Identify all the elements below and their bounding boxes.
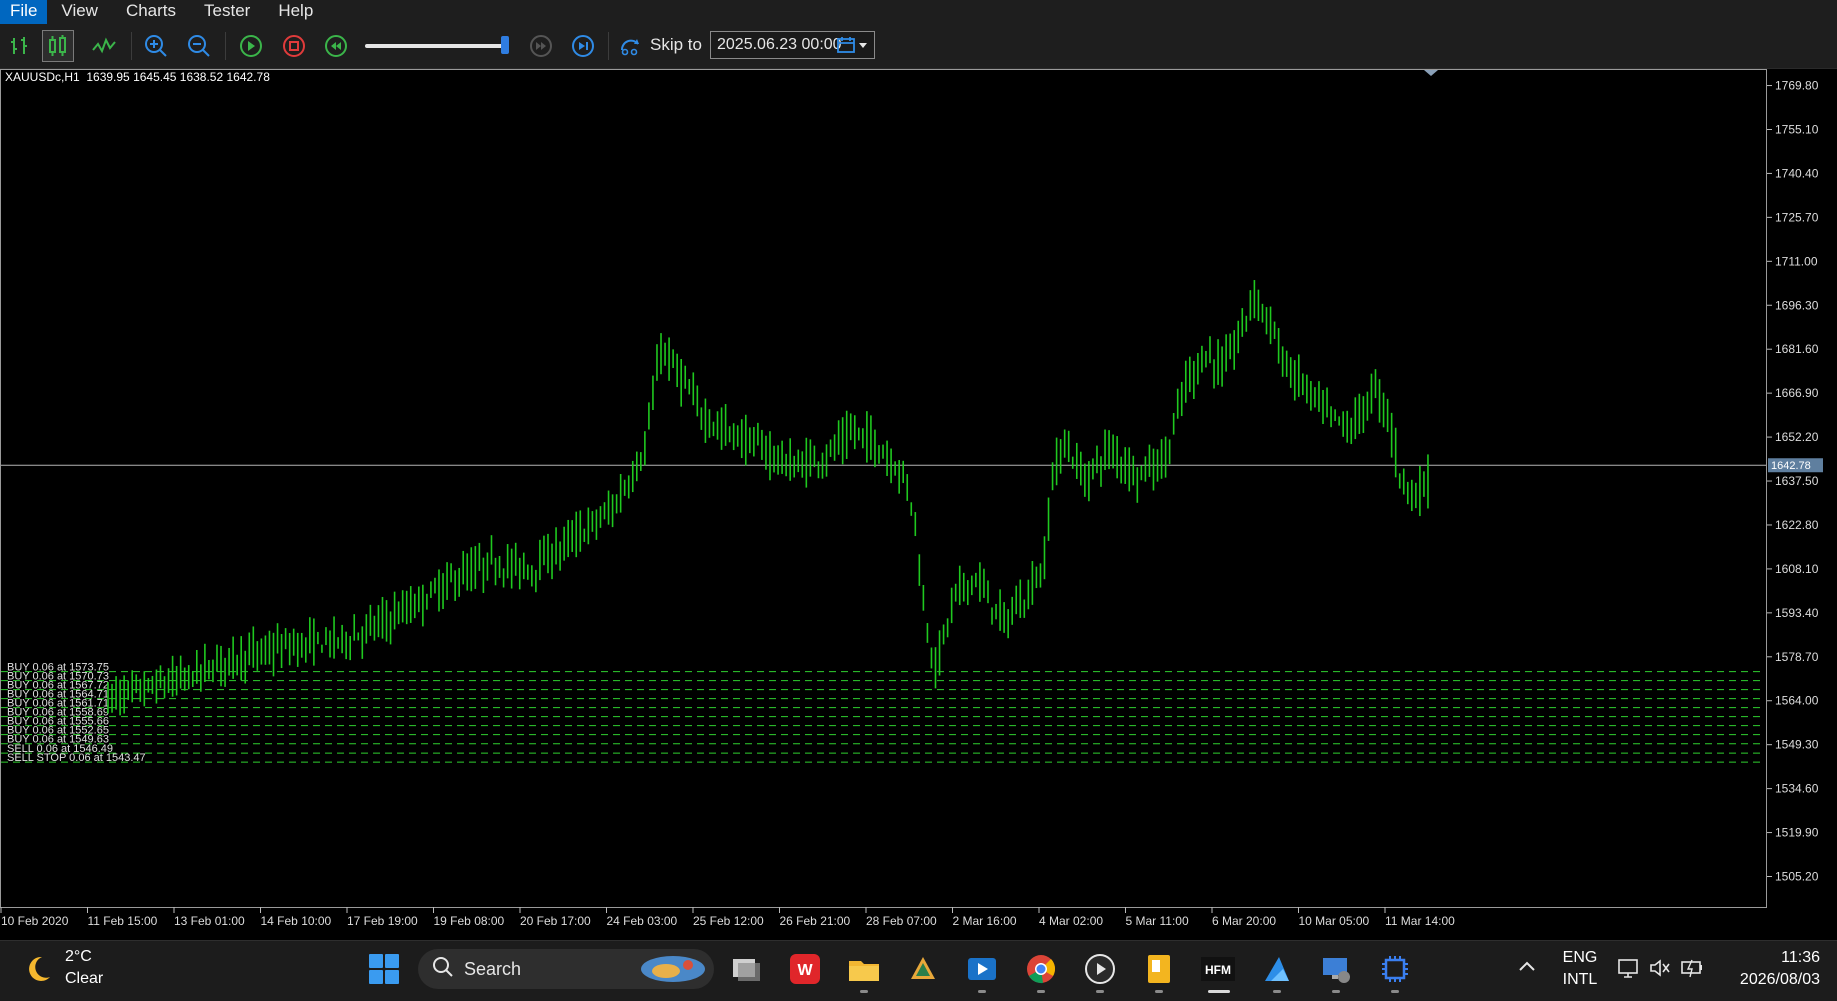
x-tick-label: 5 Mar 11:00 bbox=[1126, 914, 1189, 928]
volume-muted-icon[interactable] bbox=[1648, 957, 1672, 984]
clock-time[interactable]: 11:36 bbox=[1720, 949, 1820, 967]
remote-desktop-icon[interactable] bbox=[1318, 951, 1354, 987]
y-tick-label: 1637.50 bbox=[1775, 474, 1819, 488]
battery-icon[interactable] bbox=[1680, 957, 1704, 984]
weather-temperature: 2°C bbox=[65, 948, 92, 965]
y-tick-label: 1652.20 bbox=[1775, 430, 1819, 444]
x-tick-label: 19 Feb 08:00 bbox=[434, 914, 505, 928]
running-indicator bbox=[1155, 990, 1163, 993]
x-tick-label: 10 Mar 05:00 bbox=[1299, 914, 1370, 928]
chevron-up-icon[interactable] bbox=[1516, 956, 1538, 983]
y-tick-label: 1711.00 bbox=[1775, 254, 1818, 268]
y-tick-label: 1740.40 bbox=[1775, 166, 1819, 180]
moon-weather-icon[interactable] bbox=[22, 953, 54, 990]
y-tick-label: 1519.90 bbox=[1775, 826, 1819, 840]
running-indicator bbox=[1037, 990, 1045, 993]
x-tick-label: 28 Feb 07:00 bbox=[866, 914, 937, 928]
x-tick-label: 2 Mar 16:00 bbox=[953, 914, 1017, 928]
x-tick-label: 26 Feb 21:00 bbox=[780, 914, 851, 928]
y-tick-label: 1681.60 bbox=[1775, 342, 1819, 356]
y-tick-label: 1549.30 bbox=[1775, 738, 1819, 752]
search-placeholder: Search bbox=[464, 958, 522, 979]
taskbar-search[interactable]: Search bbox=[418, 949, 714, 989]
svg-text:W: W bbox=[797, 962, 813, 979]
running-indicator bbox=[1332, 990, 1340, 993]
y-tick-label: 1593.40 bbox=[1775, 606, 1819, 620]
y-tick-label: 1505.20 bbox=[1775, 870, 1819, 884]
x-tick-label: 10 Feb 2020 bbox=[1, 914, 69, 928]
y-tick-label: 1769.80 bbox=[1775, 79, 1819, 93]
weather-condition: Clear bbox=[65, 970, 104, 987]
svg-text:HFM: HFM bbox=[1205, 963, 1231, 977]
x-tick-label: 11 Feb 15:00 bbox=[88, 914, 158, 928]
x-tick-label: 24 Feb 03:00 bbox=[607, 914, 678, 928]
wps-office-icon[interactable]: W bbox=[787, 951, 823, 987]
x-tick-label: 14 Feb 10:00 bbox=[261, 914, 332, 928]
active-indicator bbox=[1208, 990, 1230, 993]
metatrader-icon[interactable] bbox=[905, 951, 941, 987]
network-icon[interactable] bbox=[1617, 957, 1641, 984]
running-indicator bbox=[1273, 990, 1281, 993]
running-indicator bbox=[1391, 990, 1399, 993]
x-tick-label: 11 Mar 14:00 bbox=[1385, 914, 1455, 928]
windows-start-icon[interactable] bbox=[366, 951, 402, 987]
y-tick-label: 1564.00 bbox=[1775, 694, 1819, 708]
sticky-notes-icon[interactable] bbox=[1141, 951, 1177, 987]
running-indicator bbox=[1096, 990, 1104, 993]
order-label: SELL STOP 0.06 at 1543.47 bbox=[7, 752, 146, 764]
chrome-icon[interactable] bbox=[1023, 951, 1059, 987]
y-tick-label: 1608.10 bbox=[1775, 562, 1819, 576]
price-chart: 1769.80 1755.10 1740.40 1725.70 1711.00 1696.… bbox=[0, 70, 1823, 928]
x-tick-label: 6 Mar 20:00 bbox=[1212, 914, 1276, 928]
symbol-info: XAUUSDc,H1 1639.95 1645.45 1638.52 1642.… bbox=[5, 70, 270, 84]
x-tick-label: 13 Feb 01:00 bbox=[174, 914, 245, 928]
running-indicator bbox=[860, 990, 868, 993]
chart-shift-marker bbox=[1424, 70, 1438, 76]
running-indicator bbox=[978, 990, 986, 993]
search-icon bbox=[432, 956, 454, 983]
clock-date[interactable]: 2026/08/03 bbox=[1720, 971, 1820, 989]
video-player-icon[interactable] bbox=[1082, 951, 1118, 987]
x-tick-label: 4 Mar 02:00 bbox=[1039, 914, 1103, 928]
y-tick-label: 1755.10 bbox=[1775, 122, 1819, 136]
y-tick-label: 1534.60 bbox=[1775, 782, 1819, 796]
chip-app-icon[interactable] bbox=[1377, 951, 1413, 987]
y-tick-label: 1578.70 bbox=[1775, 650, 1819, 664]
language-code[interactable]: ENG bbox=[1555, 949, 1605, 967]
y-tick-label: 1725.70 bbox=[1775, 210, 1819, 224]
search-highlight-icon bbox=[638, 953, 708, 990]
media-player-icon[interactable] bbox=[964, 951, 1000, 987]
y-tick-label: 1696.30 bbox=[1775, 298, 1819, 312]
x-tick-label: 20 Feb 17:00 bbox=[520, 914, 591, 928]
y-tick-label: 1622.80 bbox=[1775, 518, 1819, 532]
task-view-icon[interactable] bbox=[728, 951, 764, 987]
x-tick-label: 25 Feb 12:00 bbox=[693, 914, 764, 928]
y-tick-label: 1666.90 bbox=[1775, 386, 1819, 400]
x-tick-label: 17 Feb 19:00 bbox=[347, 914, 418, 928]
keyboard-layout[interactable]: INTL bbox=[1555, 971, 1605, 989]
current-price-label: 1642.78 bbox=[1771, 460, 1811, 472]
file-explorer-icon[interactable] bbox=[846, 951, 882, 987]
photos-icon[interactable] bbox=[1259, 951, 1295, 987]
hfm-trader-icon[interactable]: HFM bbox=[1200, 951, 1236, 987]
